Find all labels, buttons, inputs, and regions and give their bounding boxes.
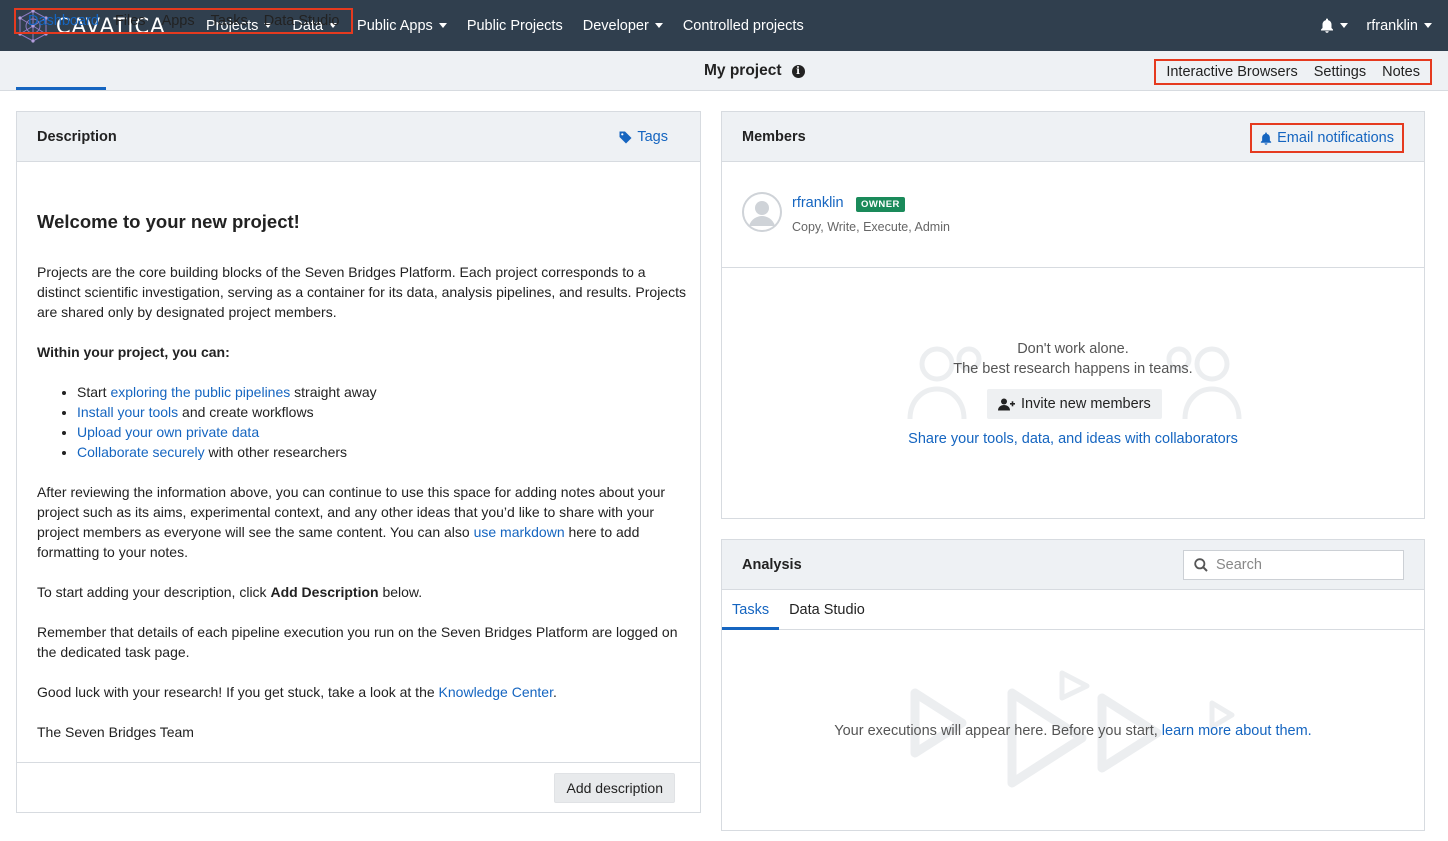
nav-developer[interactable]: Developer <box>573 0 673 51</box>
user-silhouette-icon <box>742 192 782 232</box>
executions-empty-text: Your executions will appear here. Before… <box>722 723 1424 739</box>
analysis-panel: Analysis Tasks Data Studio Your executio… <box>721 539 1425 831</box>
signoff: The Seven Bridges Team <box>37 724 194 740</box>
tab-settings[interactable]: Settings <box>1306 64 1374 80</box>
tab-files[interactable]: Files <box>107 13 154 29</box>
invite-members-button[interactable]: Invite new members <box>987 389 1162 419</box>
list-item-text: straight away <box>290 384 377 400</box>
project-tabs-right: Interactive Browsers Settings Notes <box>1154 59 1432 85</box>
tab-analysis-data-studio[interactable]: Data Studio <box>779 590 875 630</box>
analysis-title: Analysis <box>742 556 802 573</box>
nav-public-apps[interactable]: Public Apps <box>347 0 457 51</box>
knowledge-center-link[interactable]: Knowledge Center <box>439 684 553 700</box>
analysis-search[interactable] <box>1183 550 1404 580</box>
user-name-label: rfranklin <box>1366 17 1418 34</box>
notifications-button[interactable] <box>1320 18 1349 33</box>
member-row: rfranklin OWNER Copy, Write, Execute, Ad… <box>722 162 1424 268</box>
within-heading: Within your project, you can: <box>37 344 230 360</box>
bell-icon <box>1321 18 1334 33</box>
description-title: Description <box>37 128 117 145</box>
info-icon[interactable]: i <box>791 64 805 78</box>
page-title: My project i <box>704 62 805 80</box>
list-item-text: and create workflows <box>178 404 314 420</box>
members-title: Members <box>742 128 806 145</box>
empty-line-2: The best research happens in teams. <box>953 361 1193 377</box>
description-panel: Description Tags Welcome to your new pro… <box>16 111 701 813</box>
user-menu[interactable]: rfranklin <box>1366 18 1432 34</box>
description-footer: Add description <box>17 762 700 812</box>
members-header: Members Email notifications <box>722 112 1424 162</box>
list-item: Start exploring the public pipelines str… <box>77 382 377 402</box>
list-item-text: Start <box>77 384 111 400</box>
intro-paragraph: Projects are the core building blocks of… <box>37 264 686 320</box>
explore-pipelines-link[interactable]: exploring the public pipelines <box>110 384 290 400</box>
active-tab-indicator <box>16 87 106 90</box>
capabilities-list: Start exploring the public pipelines str… <box>77 382 377 462</box>
tab-tasks[interactable]: Tasks <box>203 13 256 29</box>
project-tabs-left: Dashboard Files Apps Tasks Data Studio <box>14 8 354 34</box>
search-icon <box>1194 558 1208 572</box>
install-tools-link[interactable]: Install your tools <box>77 404 178 420</box>
upload-data-link[interactable]: Upload your own private data <box>77 424 259 440</box>
good-luck-text: . <box>552 684 557 700</box>
avatar <box>742 192 782 232</box>
good-luck-paragraph: Good luck with your research! If you get… <box>37 682 687 702</box>
bell-icon <box>1260 132 1272 145</box>
hint-text: To start adding your description, click <box>37 584 271 600</box>
chevron-down-icon <box>438 23 447 28</box>
empty-line-1: Don't work alone. <box>1017 341 1129 357</box>
email-notifications-button[interactable]: Email notifications <box>1250 123 1404 153</box>
hint-bold-text: Add Description <box>270 584 379 600</box>
tab-apps[interactable]: Apps <box>154 13 203 29</box>
nav-developer-label: Developer <box>582 17 649 34</box>
tab-interactive-browsers[interactable]: Interactive Browsers <box>1158 64 1305 80</box>
add-user-icon <box>998 398 1015 410</box>
member-name[interactable]: rfranklin <box>792 195 844 211</box>
tag-icon <box>619 131 632 143</box>
description-header: Description Tags <box>17 112 700 162</box>
learn-more-link[interactable]: learn more about them. <box>1162 723 1312 739</box>
nav-public-projects[interactable]: Public Projects <box>457 0 573 51</box>
project-title-text: My project <box>704 62 782 79</box>
share-collaborators-link[interactable]: Share your tools, data, and ideas with c… <box>722 431 1424 447</box>
list-item: Upload your own private data <box>77 422 377 442</box>
analysis-tabs: Tasks Data Studio <box>722 590 1424 630</box>
use-markdown-link[interactable]: use markdown <box>474 524 565 540</box>
members-empty-state: Don't work alone. The best research happ… <box>722 269 1424 519</box>
chevron-down-icon <box>1340 23 1349 28</box>
nav-controlled-projects[interactable]: Controlled projects <box>673 0 814 51</box>
task-log-paragraph: Remember that details of each pipeline e… <box>37 624 678 660</box>
list-item: Collaborate securely with other research… <box>77 442 377 462</box>
tab-dashboard[interactable]: Dashboard <box>20 13 107 29</box>
invite-members-label: Invite new members <box>1021 396 1151 412</box>
chevron-down-icon <box>1424 23 1432 28</box>
nav-public-projects-label: Public Projects <box>466 17 563 34</box>
add-description-hint: To start adding your description, click … <box>37 582 687 602</box>
owner-badge: OWNER <box>856 197 905 212</box>
user-area: rfranklin <box>1320 0 1432 51</box>
tags-link[interactable]: Tags <box>619 129 668 145</box>
list-item: Install your tools and create workflows <box>77 402 377 422</box>
analysis-search-input[interactable] <box>1216 557 1396 573</box>
add-description-button[interactable]: Add description <box>554 773 675 803</box>
welcome-heading: Welcome to your new project! <box>37 211 300 232</box>
members-panel: Members Email notifications rfranklin OW… <box>721 111 1425 519</box>
tab-analysis-tasks[interactable]: Tasks <box>722 590 780 630</box>
analysis-header: Analysis <box>722 540 1424 590</box>
nav-controlled-projects-label: Controlled projects <box>682 17 804 34</box>
nav-public-apps-label: Public Apps <box>357 17 433 34</box>
executions-empty-label: Your executions will appear here. Before… <box>834 723 1162 739</box>
member-permissions: Copy, Write, Execute, Admin <box>792 220 950 234</box>
collaborate-link[interactable]: Collaborate securely <box>77 444 205 460</box>
tab-notes[interactable]: Notes <box>1374 64 1428 80</box>
email-notifications-label: Email notifications <box>1277 130 1394 146</box>
notes-paragraph: After reviewing the information above, y… <box>37 482 687 562</box>
good-luck-text: Good luck with your research! If you get… <box>37 684 439 700</box>
hint-text: below. <box>378 584 423 600</box>
list-item-text: with other researchers <box>204 444 348 460</box>
tab-data-studio[interactable]: Data Studio <box>256 13 348 29</box>
tags-label: Tags <box>637 129 668 145</box>
chevron-down-icon <box>654 23 663 28</box>
